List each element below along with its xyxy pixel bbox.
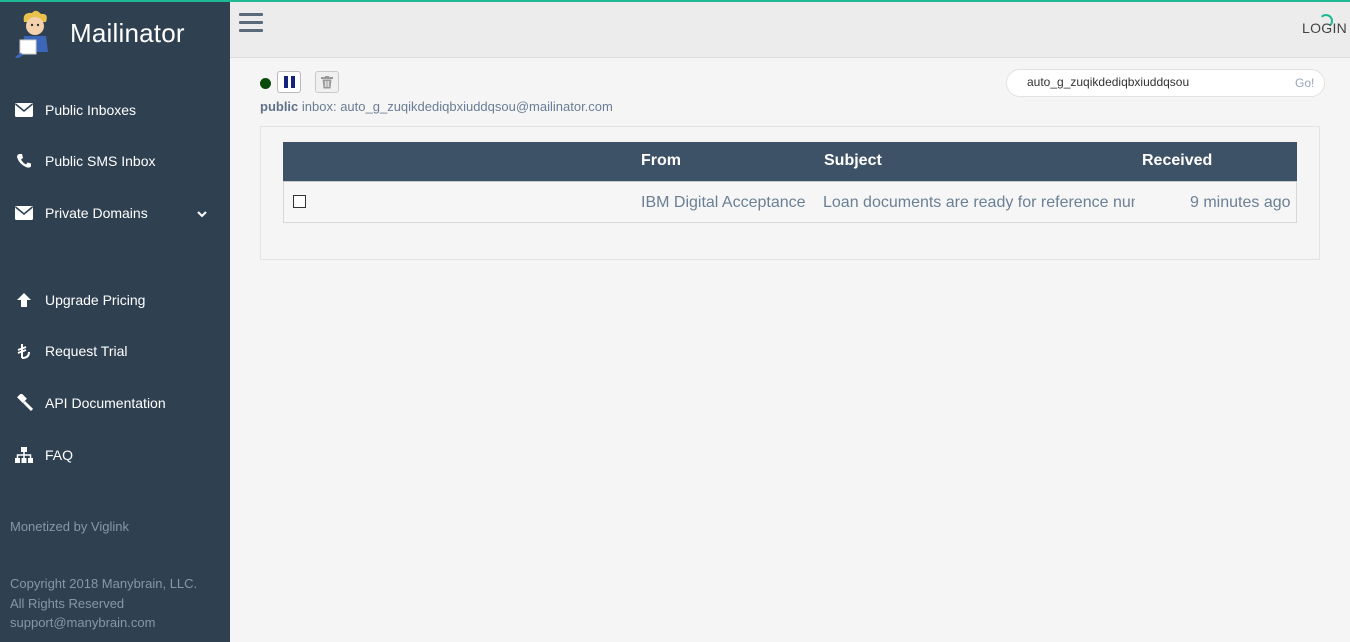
copyright-text: Copyright 2018 Manybrain, LLC. (10, 576, 198, 591)
brand-name: Mailinator (70, 17, 185, 48)
sidebar-item-private-domains[interactable]: Private Domains (0, 193, 230, 233)
sitemap-icon (14, 445, 34, 465)
go-button[interactable]: Go! (1295, 76, 1314, 90)
sidebar-item-label: FAQ (45, 447, 74, 463)
hamburger-menu-icon[interactable] (239, 13, 263, 33)
live-status-dot (260, 78, 271, 89)
inbox-label: inbox: (298, 99, 341, 114)
pause-icon (283, 76, 288, 88)
column-header-from: From (641, 152, 681, 169)
table-row[interactable]: IBM Digital Acceptance Loan documents ar… (283, 181, 1297, 223)
sidebar-item-upgrade-pricing[interactable]: Upgrade Pricing (0, 280, 230, 320)
sidebar-item-public-inboxes[interactable]: Public Inboxes (0, 90, 230, 130)
row-from: IBM Digital Acceptance (641, 194, 806, 211)
sidebar-item-request-trial[interactable]: Request Trial (0, 331, 230, 371)
support-email-link[interactable]: support@manybrain.com (10, 615, 155, 630)
sidebar-item-label: API Documentation (45, 395, 166, 411)
column-header-subject: Subject (824, 152, 882, 169)
monetized-link[interactable]: Monetized by Viglink (10, 519, 129, 534)
sidebar: Mailinator Public Inboxes Public SMS Inb… (0, 0, 230, 642)
chevron-down-icon[interactable] (196, 207, 208, 219)
brand[interactable]: Mailinator (14, 6, 185, 60)
envelope-icon (14, 100, 34, 120)
arrow-up-icon (14, 290, 34, 310)
sidebar-item-label: Upgrade Pricing (45, 292, 146, 308)
inbox-address-line: public inbox: auto_g_zuqikdediqbxiuddqso… (260, 99, 613, 114)
sidebar-item-label: Request Trial (45, 343, 128, 359)
column-header-received: Received (1142, 152, 1213, 169)
sidebar-item-api-documentation[interactable]: API Documentation (0, 383, 230, 423)
currency-icon (14, 341, 34, 361)
trash-icon (321, 75, 333, 88)
top-bar: LOGIN (230, 0, 1350, 58)
sidebar-item-faq[interactable]: FAQ (0, 435, 230, 475)
sidebar-item-public-sms-inbox[interactable]: Public SMS Inbox (0, 141, 230, 181)
inbox-search: Go! (1006, 69, 1325, 97)
pause-button[interactable] (277, 71, 301, 93)
inbox-address: auto_g_zuqikdediqbxiuddqsou@mailinator.c… (340, 99, 613, 114)
sidebar-item-label: Private Domains (45, 205, 148, 221)
inbox-type: public (260, 99, 299, 114)
row-checkbox[interactable] (293, 195, 306, 208)
envelope-icon (14, 203, 34, 223)
search-input[interactable] (1027, 75, 1277, 89)
login-button[interactable]: LOGIN (1302, 20, 1347, 36)
sidebar-item-label: Public Inboxes (45, 102, 137, 118)
gavel-icon (14, 393, 34, 413)
mailinator-logo-icon (14, 8, 58, 60)
table-header: From Subject Received (283, 142, 1297, 181)
rights-text: All Rights Reserved (10, 596, 125, 611)
phone-icon (14, 151, 34, 171)
sidebar-item-label: Public SMS Inbox (45, 153, 156, 169)
top-accent-line (0, 0, 1350, 2)
delete-button[interactable] (315, 71, 339, 93)
row-received: 9 minutes ago (1190, 194, 1290, 211)
row-subject: Loan documents are ready for reference n… (823, 194, 1135, 211)
